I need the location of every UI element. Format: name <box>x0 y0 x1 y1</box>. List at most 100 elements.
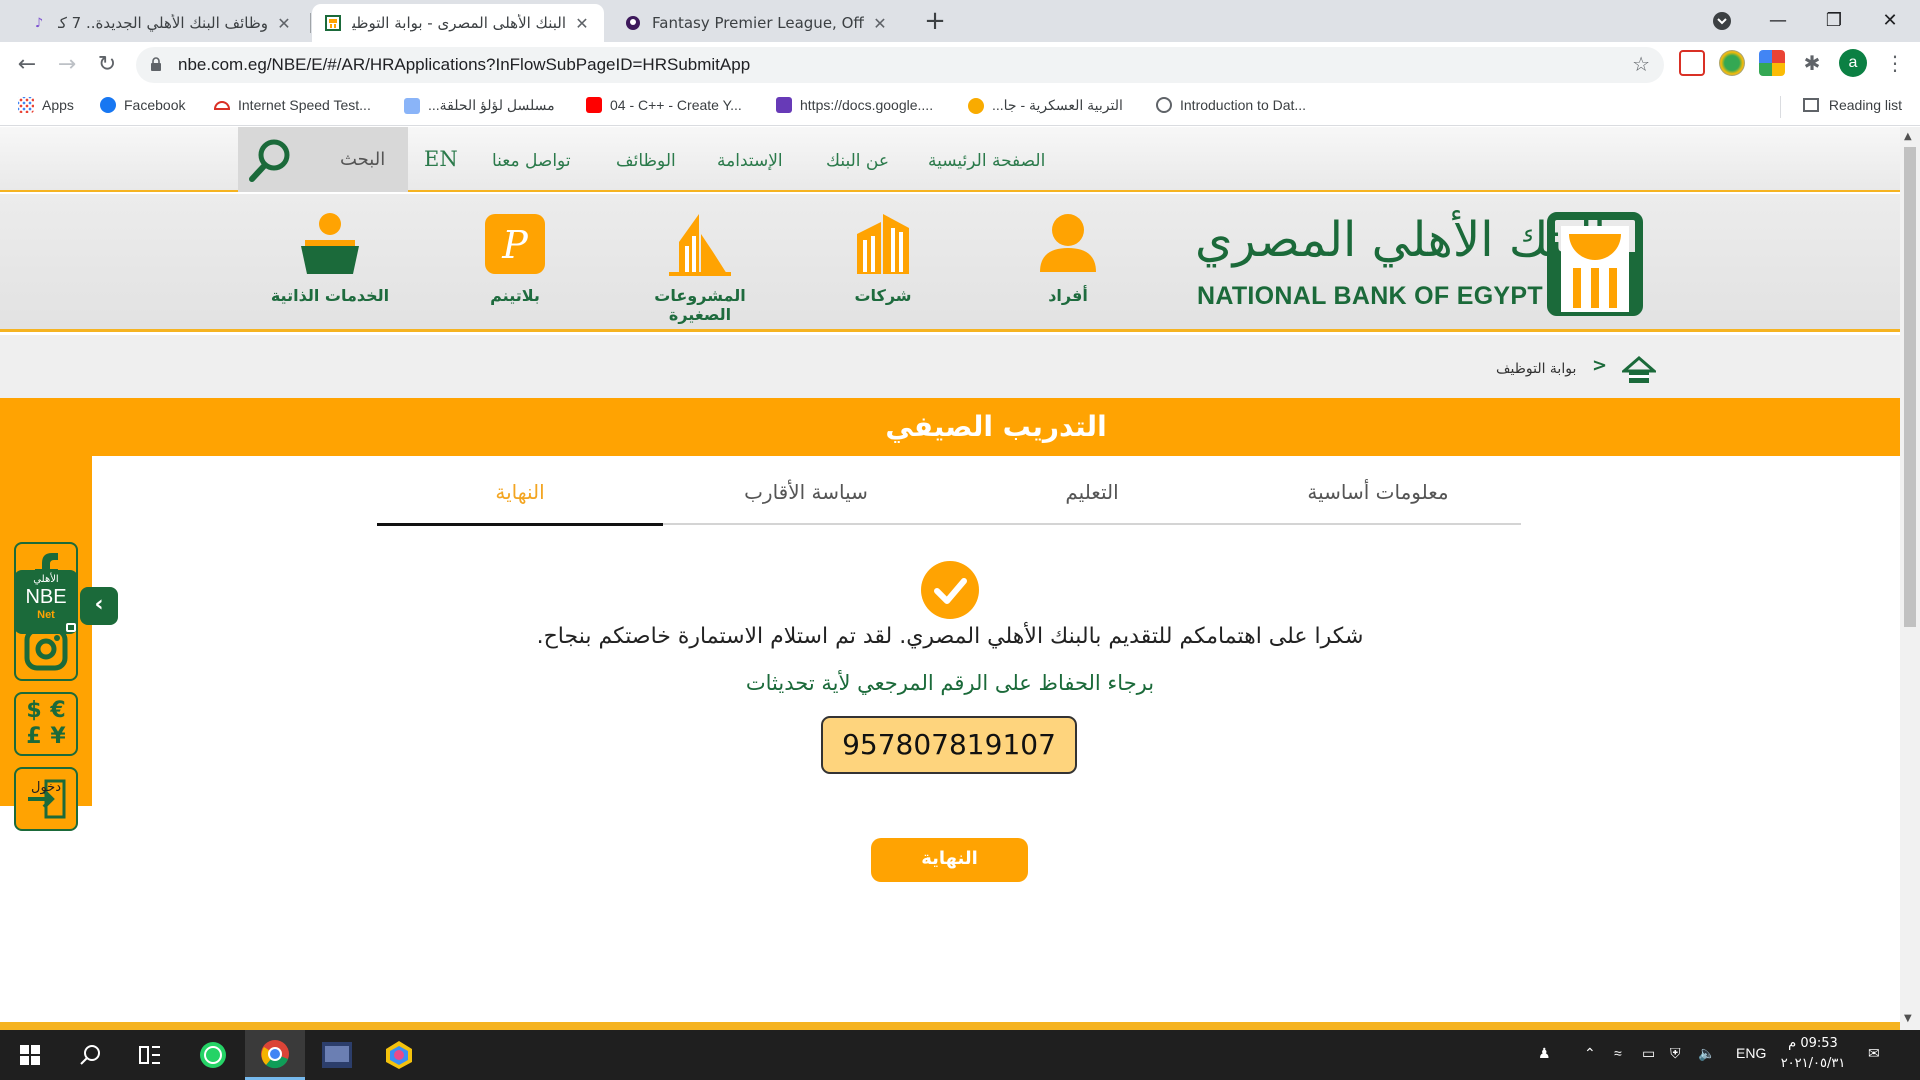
bookmark-intro-data[interactable]: Introduction to Dat... <box>1156 97 1306 113</box>
youtube-icon <box>586 97 602 113</box>
office-buildings-icon <box>857 214 909 274</box>
nav-contact-us[interactable]: تواصل معنا <box>492 151 571 171</box>
login-label[interactable]: دخول <box>0 780 92 795</box>
nav-jobs[interactable]: الوظائف <box>616 151 676 171</box>
new-tab-button[interactable]: + <box>920 6 950 36</box>
success-message: شكرا على اهتمامكم للتقديم بالبنك الأهلي … <box>536 624 1364 649</box>
browser-tab-fantasy-premier-league[interactable]: Fantasy Premier League, Official Fantasy… <box>612 4 902 42</box>
close-tab-icon[interactable]: ✕ <box>870 14 890 33</box>
whatsapp-icon[interactable] <box>183 1030 243 1080</box>
windows-start-icon[interactable] <box>0 1030 60 1080</box>
bookmark-speed-test[interactable]: Internet Speed Test... <box>214 97 371 113</box>
tab-title: وظائف البنك الأهلي الجديدة.. 7 كليا <box>58 14 268 32</box>
extension-icon[interactable] <box>1719 50 1745 76</box>
language-toggle[interactable]: EN <box>424 147 458 171</box>
extension-icon[interactable] <box>1759 50 1785 76</box>
browser-tab-nbe-jobs-news[interactable]: ♪ وظائف البنك الأهلي الجديدة.. 7 كليا ✕ <box>18 4 306 42</box>
nav-about-bank[interactable]: عن البنك <box>826 151 889 171</box>
bookmark-series[interactable]: مسلسل لؤلؤ الحلقة... <box>404 97 555 114</box>
search-label: البحث <box>340 149 386 170</box>
browser-tab-nbe-recruitment[interactable]: البنك الأهلى المصرى - بوابة التوظيف ✕ <box>312 4 604 42</box>
minimize-icon[interactable]: — <box>1750 0 1806 42</box>
category-label: المشروعات الصغيرة <box>654 286 746 324</box>
currency-symbol: $ <box>26 698 42 723</box>
currency-symbol: ¥ <box>50 724 66 749</box>
back-arrow-icon[interactable]: ← <box>12 50 42 80</box>
home-icon[interactable] <box>1622 355 1656 387</box>
logo-arabic-text: البنك الأهلي المصري <box>1195 212 1607 268</box>
nav-sustainability[interactable]: الإستدامة <box>717 151 783 171</box>
search-icon[interactable] <box>244 135 294 185</box>
bookmark-cpp-youtube[interactable]: 04 - C++ - Create Y... <box>586 97 742 113</box>
taskbar-search-icon[interactable] <box>60 1030 120 1080</box>
tab-education[interactable]: التعليم <box>949 467 1235 525</box>
finish-button[interactable]: النهاية <box>871 838 1028 882</box>
branch-entry-link[interactable] <box>14 767 78 831</box>
bookmark-apps[interactable]: Apps <box>18 97 74 113</box>
forward-arrow-icon[interactable]: → <box>52 50 82 80</box>
reload-icon[interactable]: ↻ <box>92 50 122 80</box>
success-check-icon <box>921 561 979 619</box>
nav-home[interactable]: الصفحة الرئيسية <box>928 151 1045 171</box>
scrollbar-thumb[interactable] <box>1904 147 1916 627</box>
platinum-card-icon: P <box>485 214 545 274</box>
page-scrollbar[interactable]: ▲ ▼ <box>1900 127 1920 1030</box>
nbe-net-login-button[interactable]: الأهلي NBE Net <box>14 570 78 634</box>
close-tab-icon[interactable]: ✕ <box>274 14 294 33</box>
tab-basic-info[interactable]: معلومات أساسية <box>1235 467 1521 525</box>
windows-taskbar: ♟ ⌃ ≈ ▭ ⛨ 🔈 ENG 09:53 م ٢٠٢١/٠٥/٣١ ✉ <box>0 1030 1920 1080</box>
currency-rates-link[interactable]: $ € £ ¥ <box>14 692 78 756</box>
close-tab-icon[interactable]: ✕ <box>572 14 592 33</box>
category-small-projects[interactable]: المشروعات الصغيرة <box>625 212 775 324</box>
tab-separator <box>310 13 311 33</box>
globe-icon <box>1156 97 1172 113</box>
bookmark-military-education[interactable]: التربية العسكرية - جا... <box>968 97 1123 114</box>
site-favicon-icon <box>968 97 984 114</box>
category-companies[interactable]: شركات <box>808 212 958 305</box>
task-view-icon[interactable] <box>120 1030 180 1080</box>
media-app-icon[interactable] <box>307 1030 367 1080</box>
scroll-down-icon[interactable]: ▼ <box>1904 1013 1912 1024</box>
tab-search-icon[interactable] <box>1694 0 1750 42</box>
security-shield-icon[interactable]: ⛨ <box>1670 1045 1681 1062</box>
bookmark-google-docs[interactable]: https://docs.google.... <box>776 97 933 113</box>
logo-english-text: NATIONAL BANK OF EGYPT <box>1197 282 1543 310</box>
chrome-taskbar-icon[interactable] <box>245 1030 305 1080</box>
browser-tab-strip: ♪ وظائف البنك الأهلي الجديدة.. 7 كليا ✕ … <box>0 0 1920 42</box>
volume-icon[interactable]: 🔈 <box>1698 1045 1715 1062</box>
category-individuals[interactable]: أفراد <box>993 212 1143 305</box>
scroll-up-icon[interactable]: ▲ <box>1904 131 1912 142</box>
extension-icon[interactable] <box>1679 50 1705 76</box>
category-platinum[interactable]: P بلاتينم <box>440 212 590 305</box>
bookmarks-bar: Apps Facebook Internet Speed Test... مسل… <box>0 88 1920 126</box>
tab-favicon-icon: ♪ <box>34 15 44 31</box>
bookmark-label: Internet Speed Test... <box>238 97 371 113</box>
tab-relatives-policy[interactable]: سياسة الأقارب <box>663 467 949 525</box>
category-self-services[interactable]: الخدمات الذاتية <box>255 212 405 305</box>
app-hexagon-icon[interactable] <box>369 1030 429 1080</box>
bookmark-label: Introduction to Dat... <box>1180 97 1307 113</box>
tab-finish[interactable]: النهاية <box>377 467 663 526</box>
sidebar-toggle-chevron-icon[interactable]: ‹ <box>80 587 118 625</box>
restore-icon[interactable]: ❐ <box>1806 0 1862 42</box>
battery-icon[interactable]: ▭ <box>1642 1045 1655 1062</box>
category-label: بلاتينم <box>490 286 540 305</box>
system-clock[interactable]: 09:53 م ٢٠٢١/٠٥/٣١ <box>1778 1034 1848 1074</box>
site-search[interactable]: البحث <box>238 127 408 192</box>
notifications-icon[interactable]: ✉ <box>1868 1045 1880 1062</box>
people-icon[interactable]: ♟ <box>1538 1045 1551 1062</box>
menu-kebab-icon[interactable]: ⋮ <box>1882 50 1908 76</box>
url-text: nbe.com.eg/NBE/E/#/AR/HRApplications?InF… <box>178 55 751 74</box>
nbe-favicon-icon <box>324 14 342 32</box>
wifi-icon[interactable]: ≈ <box>1614 1045 1622 1061</box>
extensions-puzzle-icon[interactable]: ✱ <box>1799 50 1825 76</box>
address-bar[interactable]: nbe.com.eg/NBE/E/#/AR/HRApplications?InF… <box>136 47 1664 83</box>
profile-avatar[interactable]: a <box>1839 49 1867 77</box>
reading-list-button[interactable]: Reading list <box>1802 97 1902 113</box>
bookmark-star-icon[interactable]: ☆ <box>1632 52 1650 76</box>
bookmark-facebook[interactable]: Facebook <box>100 97 185 113</box>
input-language[interactable]: ENG <box>1736 1045 1766 1061</box>
window-close-icon[interactable]: ✕ <box>1862 0 1918 42</box>
breadcrumb-item[interactable]: بوابة التوظيف <box>1496 361 1576 377</box>
tray-overflow-chevron-icon[interactable]: ⌃ <box>1584 1045 1596 1062</box>
